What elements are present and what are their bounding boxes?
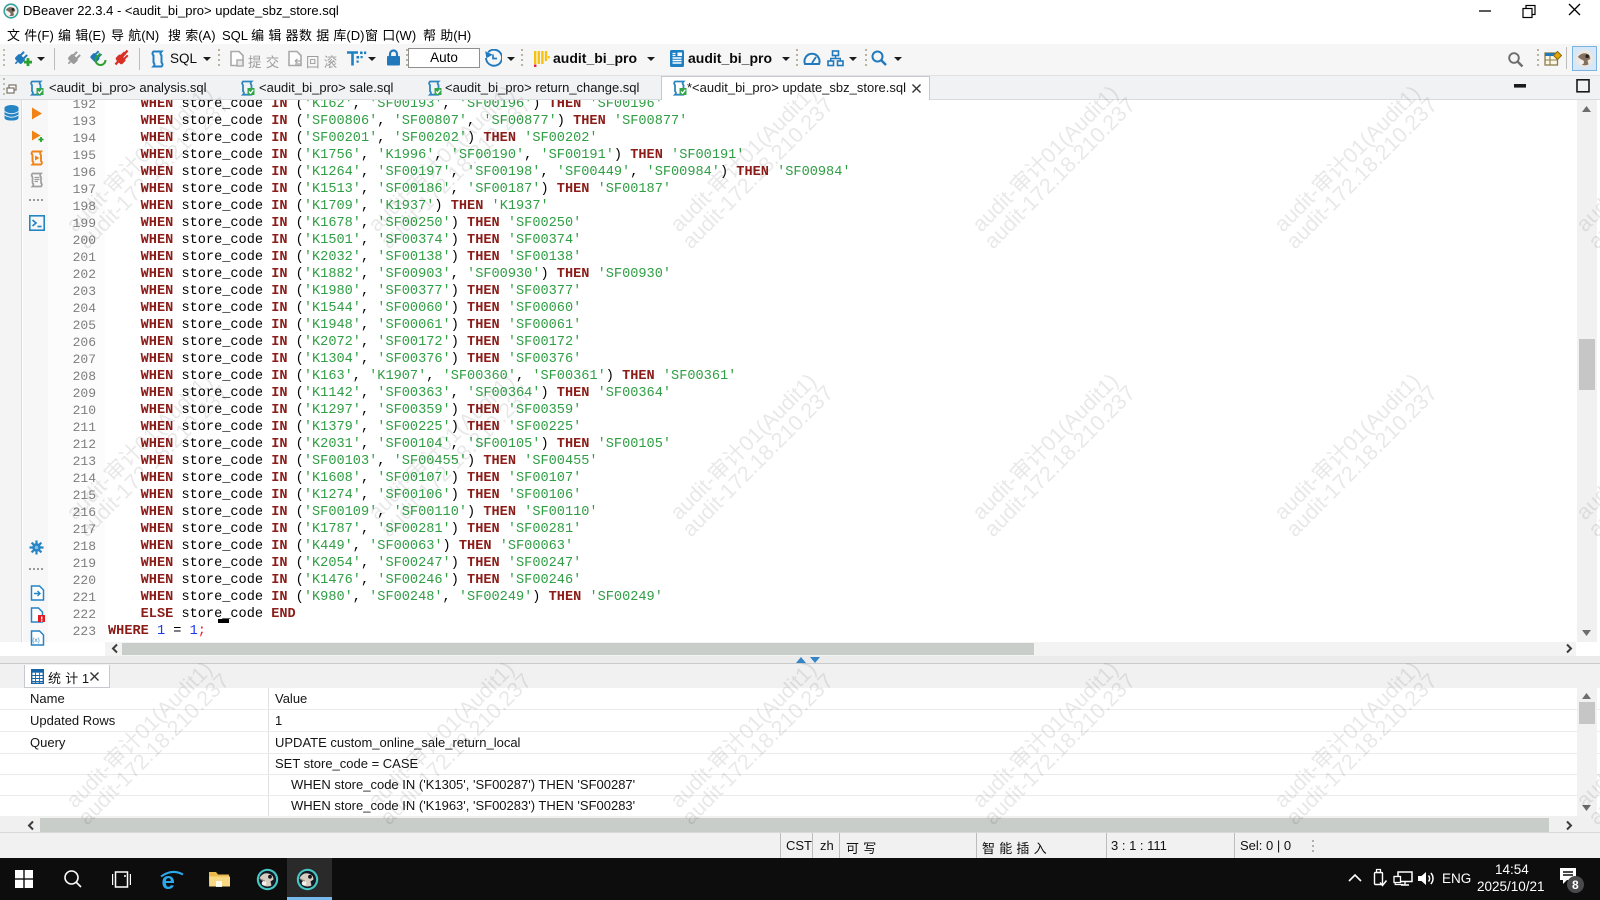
svg-text:(x): (x) bbox=[32, 637, 40, 644]
